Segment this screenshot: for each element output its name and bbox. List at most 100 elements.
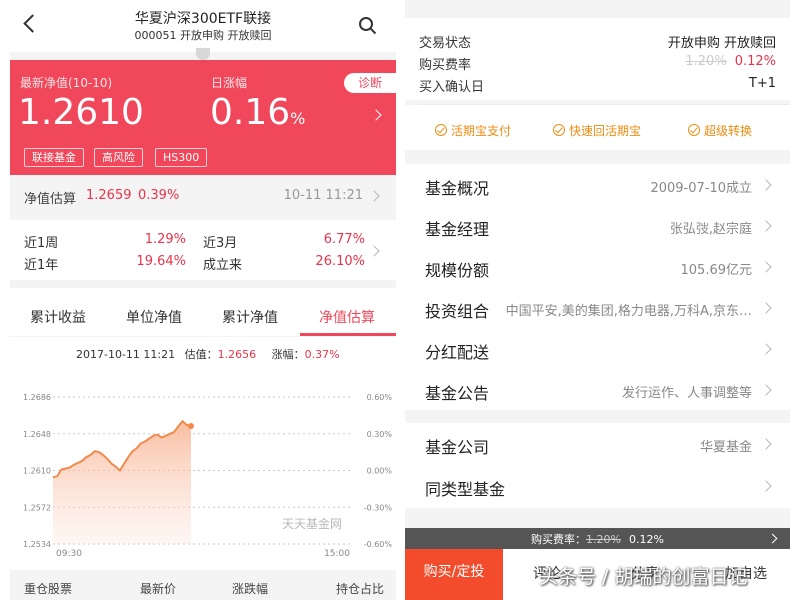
feature-huoqibao-pay[interactable]: 活期宝支付 (451, 122, 511, 139)
perf-1w-value: 1.29% (144, 232, 186, 247)
confirm-day-label: 买入确认日 (419, 80, 485, 95)
estimate-value: 1.2659 (86, 188, 132, 203)
holdings-col-change: 涨跌幅 (232, 582, 269, 596)
pull-handle[interactable] (196, 48, 210, 60)
holdings-col-price: 最新价 (140, 582, 177, 596)
chart-watermark: 天天基金网 (282, 517, 343, 531)
active-tab-indicator (300, 333, 396, 336)
info-row-overview[interactable]: 基金概况 2009-07-10成立 (405, 164, 790, 205)
chevron-right-icon[interactable] (760, 220, 772, 232)
trade-status-value: 开放申购 开放赎回 (667, 36, 776, 51)
chevron-right-icon[interactable] (368, 190, 380, 202)
y-tick-label-left: 1.2648 (23, 430, 51, 439)
tab-unit-nav[interactable]: 单位净值 (106, 307, 202, 327)
y-tick-label-left: 1.2534 (23, 540, 51, 549)
performance-grid[interactable]: 近1周 1.29% 近3月 6.77% 近1年 19.64% 成立来 26.10… (10, 220, 396, 280)
holdings-col-stock: 重仓股票 (24, 582, 73, 596)
info-overview-label: 基金概况 (425, 179, 490, 198)
chevron-right-icon[interactable] (760, 302, 772, 314)
tab-cumulative-nav[interactable]: 累计净值 (202, 307, 298, 327)
change-value: 0.16 (210, 92, 291, 133)
intraday-chart-card: 2017-10-11 11:21 估值：1.2656 涨幅：0.37% 1.26… (10, 337, 396, 570)
trade-status-label: 交易状态 (419, 36, 472, 51)
chevron-right-icon[interactable] (370, 109, 382, 121)
chart-tabs: 累计收益 单位净值 累计净值 净值估算 (10, 288, 396, 336)
chevron-right-icon[interactable] (760, 343, 772, 355)
info-company-label: 基金公司 (425, 438, 490, 457)
nav-banner: 最新净值(10-10) 1.2610 日涨幅 0.16% 诊断 联接基金 高风险… (10, 60, 396, 175)
fund-info-panel: 交易状态 开放申购 开放赎回 购买费率 1.20% 0.12% 买入确认日 T+1… (405, 0, 790, 600)
info-row-similar[interactable]: 同类型基金 (405, 465, 790, 507)
feature-row: 活期宝支付 快速回活期宝 超级转换 (405, 105, 790, 150)
y-tick-label-left: 1.2686 (23, 393, 51, 402)
holdings-col-weight: 持仓占比 (336, 582, 385, 596)
search-icon[interactable] (358, 16, 378, 36)
diagnose-button[interactable]: 诊断 (344, 73, 396, 93)
info-company-value: 华夏基金 (699, 440, 752, 455)
estimate-row[interactable]: 净值估算 1.2659 0.39% 10-11 11:21 (10, 175, 396, 215)
info-row-dividend[interactable]: 分红配送 (405, 328, 790, 369)
chevron-right-icon[interactable] (760, 438, 772, 450)
purchase-fee-old: 1.20% (685, 54, 727, 69)
estimate-time: 10-11 11:21 (283, 188, 363, 203)
check-circle-icon (688, 124, 700, 136)
estimate-label: 净值估算 (24, 192, 77, 207)
perf-since-label: 成立来 (203, 258, 243, 273)
chevron-right-icon[interactable] (368, 245, 380, 257)
estimate-change: 0.39% (138, 188, 180, 203)
x-tick-label: 09:30 (56, 549, 82, 559)
nav-value: 1.2610 (18, 92, 144, 133)
y-tick-label-left: 1.2572 (23, 503, 51, 512)
tab-nav-estimate[interactable]: 净值估算 (298, 307, 396, 327)
info-manager-value: 张弘弢,赵宗庭 (669, 222, 752, 237)
info-row-company[interactable]: 基金公司 华夏基金 (405, 423, 790, 465)
purchase-fee-label: 购买费率 (419, 58, 472, 73)
fee-bar-old: 1.20% (586, 533, 621, 546)
info-portfolio-label: 投资组合 (425, 302, 490, 321)
purchase-fee-display: 1.20% 0.12% (685, 54, 776, 69)
intraday-chart: 1.2686 0.60% 1.2648 0.30% 1.2610 0.00% 1.2572 -… (23, 393, 393, 559)
info-portfolio-value: 中国平安,美的集团,格力电器,万科A,京东… (505, 304, 752, 319)
info-row-size[interactable]: 规模份额 105.69亿元 (405, 246, 790, 287)
y-tick-label-right: 0.60% (367, 393, 393, 402)
chart-end-point (188, 423, 194, 430)
tag-hs300: HS300 (155, 148, 208, 167)
info-announcement-value: 发行运作、人事调整等 (621, 386, 752, 401)
buy-button[interactable]: 购买/定投 (405, 549, 503, 600)
info-size-label: 规模份额 (425, 261, 490, 280)
perf-1y-value: 19.64% (136, 254, 186, 269)
chevron-right-icon[interactable] (760, 384, 772, 396)
fee-bar-label: 购买费率： (531, 533, 587, 546)
fund-title: 华夏沪深300ETF联接 (134, 11, 272, 27)
chevron-right-icon[interactable] (760, 480, 772, 492)
info-announcement-label: 基金公告 (425, 384, 490, 403)
perf-3m-label: 近3月 (203, 236, 238, 251)
fee-bar-text: 购买费率：1.20% 0.12% (405, 531, 790, 547)
info-row-manager[interactable]: 基金经理 张弘弢,赵宗庭 (405, 205, 790, 246)
check-circle-icon (553, 124, 565, 136)
info-row-portfolio[interactable]: 投资组合 中国平安,美的集团,格力电器,万科A,京东… (405, 287, 790, 328)
y-tick-label-right: -0.30% (364, 503, 393, 512)
fund-subtitle: 000051 开放申购 开放赎回 (134, 29, 272, 42)
tab-cumulative-return[interactable]: 累计收益 (10, 307, 106, 327)
chevron-right-icon[interactable] (760, 179, 772, 191)
y-tick-label-right: 0.00% (367, 467, 393, 476)
fee-bar-value: 0.12% (629, 533, 664, 546)
info-size-value: 105.69亿元 (680, 263, 753, 278)
chevron-right-icon[interactable] (760, 261, 772, 273)
y-tick-label-right: 0.30% (367, 430, 393, 439)
info-manager-label: 基金经理 (425, 220, 490, 239)
fee-bar[interactable]: 购买费率：1.20% 0.12% (405, 528, 790, 549)
fund-detail-panel: 华夏沪深300ETF联接 000051 开放申购 开放赎回 最新净值(10-10… (10, 0, 396, 600)
info-row-announcement[interactable]: 基金公告 发行运作、人事调整等 (405, 369, 790, 410)
nav-label: 最新净值(10-10) (20, 76, 113, 90)
feature-super-convert[interactable]: 超级转换 (704, 122, 752, 139)
feature-quick-return[interactable]: 快速回活期宝 (569, 122, 641, 139)
trade-info-block: 交易状态 开放申购 开放赎回 购买费率 1.20% 0.12% 买入确认日 T+1 (405, 18, 790, 100)
change-display: 0.16% (210, 92, 305, 133)
purchase-fee-value: 0.12% (734, 54, 776, 69)
perf-1y-label: 近1年 (24, 258, 59, 273)
y-tick-label-right: -0.60% (364, 540, 393, 549)
app-header: 华夏沪深300ETF联接 000051 开放申购 开放赎回 (10, 0, 396, 52)
company-list: 基金公司 华夏基金 同类型基金 (405, 423, 790, 508)
